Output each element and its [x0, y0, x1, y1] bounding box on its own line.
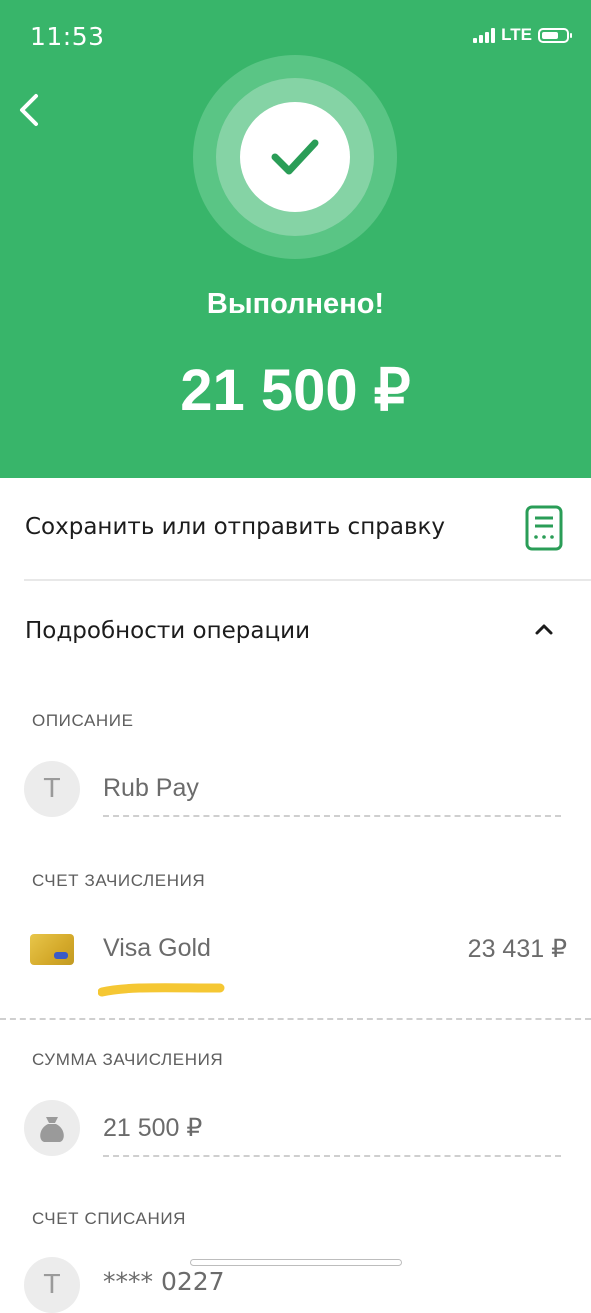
- debit-account-initial: Т: [44, 1270, 60, 1300]
- signal-icon: [473, 27, 496, 43]
- dashed-divider: [103, 1155, 561, 1157]
- status-time: 11:53: [30, 22, 105, 51]
- credit-amount-title: СУММА ЗАЧИСЛЕНИЯ: [32, 1050, 224, 1069]
- credit-account-title: СЧЕТ ЗАЧИСЛЕНИЯ: [32, 871, 206, 890]
- chevron-up-icon[interactable]: [533, 621, 555, 637]
- back-icon[interactable]: [16, 92, 46, 128]
- card-icon: [30, 934, 74, 965]
- credit-account-value: Visa Gold: [103, 934, 211, 962]
- credit-account-balance: 23 431 ₽: [467, 935, 567, 963]
- bag-icon: [40, 1117, 64, 1142]
- network-label: LTE: [501, 25, 532, 44]
- operation-details-label: Подробности операции: [25, 618, 311, 644]
- status-indicators: LTE: [473, 25, 572, 45]
- success-amount: 21 500 ₽: [180, 358, 411, 423]
- save-receipt-label: Сохранить или отправить справку: [25, 514, 445, 540]
- operation-details-toggle[interactable]: Подробности операции: [0, 582, 591, 682]
- description-value: Rub Pay: [103, 774, 199, 802]
- debit-account-value: **** 0227: [103, 1267, 225, 1296]
- divider: [24, 579, 591, 581]
- check-icon: [271, 139, 319, 175]
- dashed-divider: [103, 815, 561, 817]
- description-title: ОПИСАНИЕ: [32, 711, 134, 730]
- merchant-avatar: Т: [24, 761, 80, 817]
- highlight-mark: [98, 983, 225, 997]
- money-bag-avatar: [24, 1100, 80, 1156]
- save-receipt-row[interactable]: Сохранить или отправить справку: [0, 478, 591, 580]
- document-icon[interactable]: [525, 505, 563, 551]
- dashed-divider: [0, 1018, 591, 1020]
- credit-amount-value: 21 500 ₽: [103, 1114, 203, 1142]
- home-indicator[interactable]: [190, 1259, 402, 1266]
- merchant-initial: Т: [44, 774, 60, 804]
- success-title: Выполнено!: [206, 288, 385, 320]
- battery-icon: [538, 27, 572, 43]
- debit-account-title: СЧЕТ СПИСАНИЯ: [32, 1209, 187, 1228]
- debit-account-avatar: Т: [24, 1257, 80, 1313]
